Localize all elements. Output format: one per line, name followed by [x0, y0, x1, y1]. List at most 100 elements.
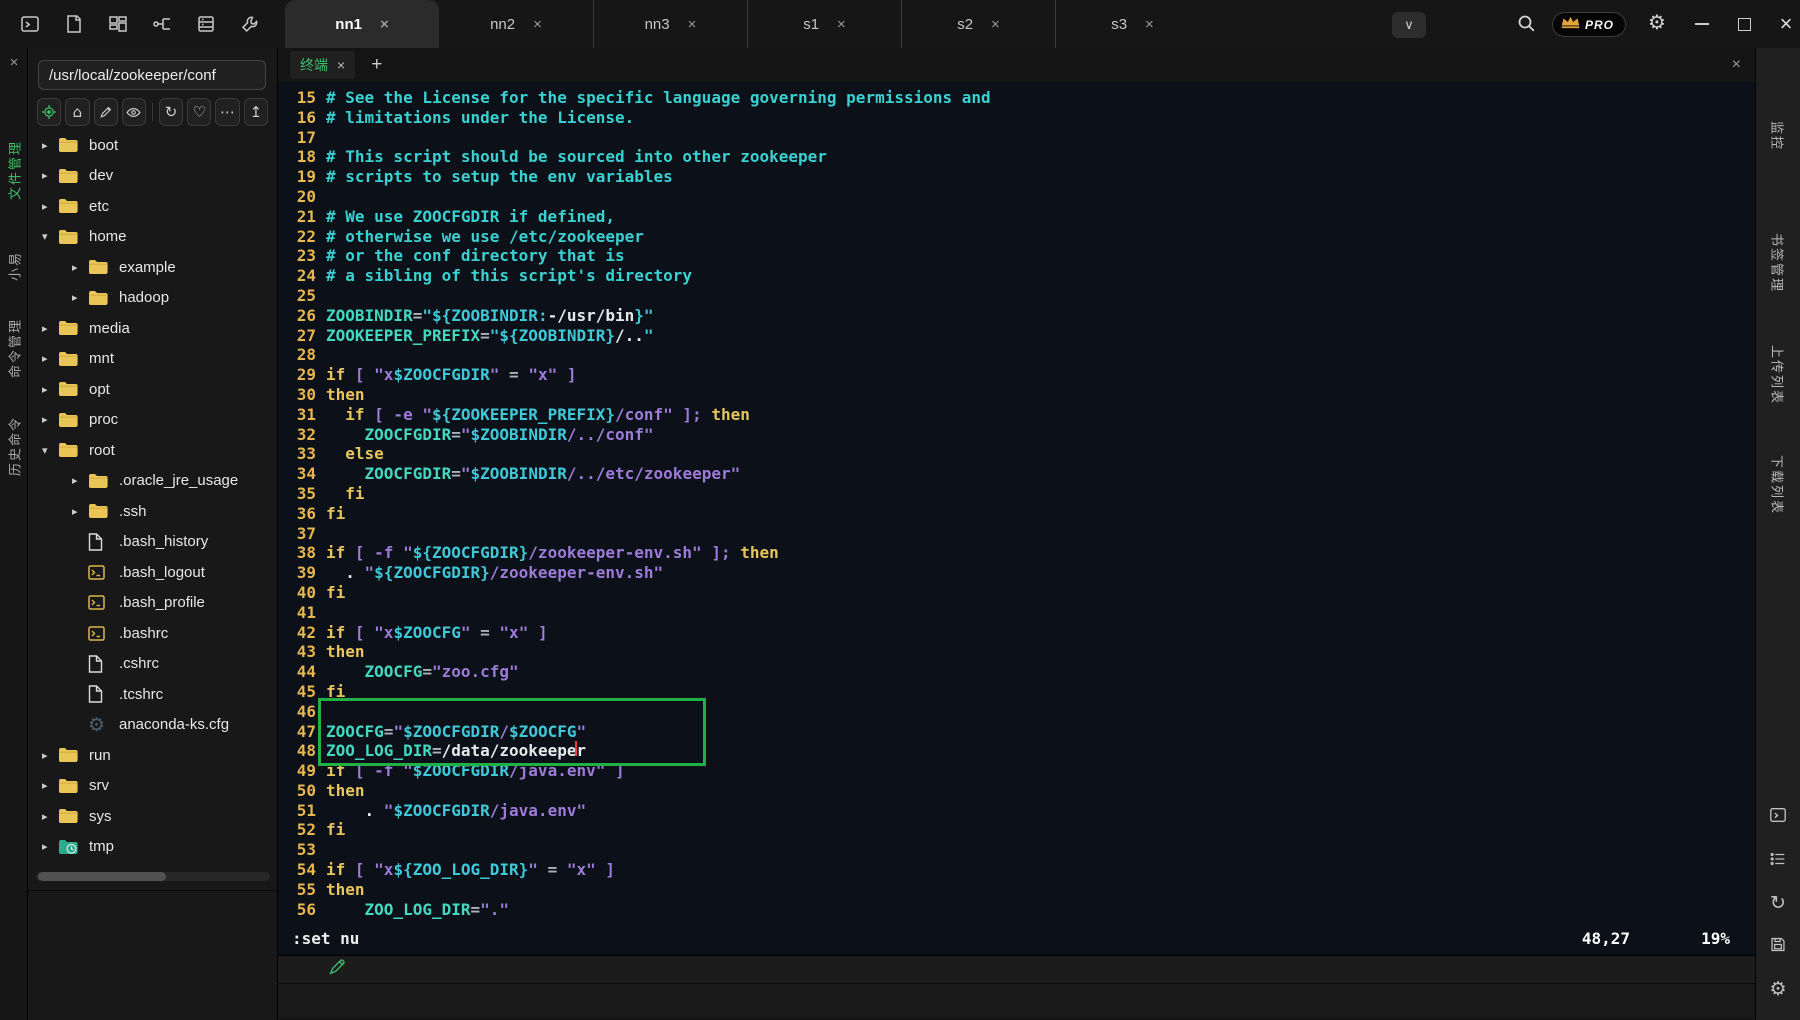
- left-rail-item-1[interactable]: 小易: [5, 251, 24, 281]
- new-terminal-tab-button[interactable]: +: [371, 54, 382, 76]
- terminal-icon[interactable]: [1769, 806, 1787, 828]
- server-list-icon[interactable]: [196, 14, 216, 34]
- crown-icon: [1560, 15, 1581, 34]
- session-tab-s2[interactable]: s2 ×: [901, 0, 1055, 48]
- tab-close-icon[interactable]: ×: [380, 16, 389, 33]
- tree-item[interactable]: ⚙anaconda-ks.cfg: [28, 710, 277, 741]
- collapsed-arrow-icon[interactable]: ▸: [42, 169, 58, 182]
- tree-item[interactable]: ▸etc: [28, 191, 277, 222]
- collapsed-arrow-icon[interactable]: ▸: [72, 291, 88, 304]
- tree-item[interactable]: .bash_logout: [28, 557, 277, 588]
- session-tab-nn1[interactable]: nn1×: [285, 0, 439, 48]
- new-terminal-icon[interactable]: [20, 14, 40, 34]
- pro-badge[interactable]: PRO: [1552, 12, 1626, 37]
- collapsed-arrow-icon[interactable]: ▸: [42, 840, 58, 853]
- settings-gear-icon[interactable]: ⚙: [1769, 978, 1786, 1000]
- collapsed-arrow-icon[interactable]: ▸: [42, 779, 58, 792]
- tab-overflow-button[interactable]: ∨: [1392, 12, 1426, 38]
- right-rail-item-0[interactable]: 监控: [1769, 121, 1788, 151]
- tree-item[interactable]: .cshrc: [28, 649, 277, 680]
- refresh-button[interactable]: ↻: [159, 98, 183, 126]
- path-input[interactable]: [38, 60, 266, 90]
- right-rail-item-1[interactable]: 书签管理: [1769, 233, 1788, 293]
- session-tab-nn3[interactable]: nn3×: [593, 0, 747, 48]
- collapsed-arrow-icon[interactable]: ▸: [72, 261, 88, 274]
- vim-editor[interactable]: 15# See the License for the specific lan…: [278, 82, 1755, 955]
- collapsed-arrow-icon[interactable]: ▸: [42, 200, 58, 213]
- tab-close-icon[interactable]: ×: [991, 16, 1000, 33]
- right-rail-item-2[interactable]: 上传列表: [1769, 345, 1788, 405]
- tab-close-icon[interactable]: ×: [688, 16, 697, 33]
- tab-close-icon[interactable]: ×: [837, 16, 846, 33]
- tree-item[interactable]: ▾home: [28, 222, 277, 253]
- tab-close-icon[interactable]: ×: [533, 16, 542, 33]
- session-tab-s1[interactable]: s1×: [747, 0, 901, 48]
- tree-item[interactable]: .bash_history: [28, 527, 277, 558]
- search-icon[interactable]: [1516, 13, 1538, 40]
- tree-item[interactable]: .bash_profile: [28, 588, 277, 619]
- tree-item[interactable]: ▾root: [28, 435, 277, 466]
- session-tab-nn2[interactable]: nn2×: [439, 0, 593, 48]
- tree-item[interactable]: ▸.oracle_jre_usage: [28, 466, 277, 497]
- edit-button[interactable]: [94, 98, 118, 126]
- left-rail-item-2[interactable]: 命令管理: [5, 318, 24, 378]
- tree-item[interactable]: ▸opt: [28, 374, 277, 405]
- collapsed-arrow-icon[interactable]: ▸: [42, 810, 58, 823]
- home-button[interactable]: ⌂: [65, 98, 89, 126]
- minimize-button[interactable]: [1688, 10, 1716, 38]
- tree-item[interactable]: ▸sys: [28, 801, 277, 832]
- view-hidden-button[interactable]: [122, 98, 146, 126]
- tab-close-icon[interactable]: ×: [1145, 16, 1154, 33]
- tree-item[interactable]: ▸mnt: [28, 344, 277, 375]
- code-line: 39 . "${ZOOCFGDIR}/zookeeper-env.sh": [278, 563, 1755, 583]
- terminal-panel-close-icon[interactable]: ×: [1732, 56, 1741, 74]
- left-rail-item-0[interactable]: 文件管理: [5, 140, 24, 200]
- collapsed-arrow-icon[interactable]: ▸: [42, 383, 58, 396]
- collapsed-arrow-icon[interactable]: ▸: [72, 474, 88, 487]
- expanded-arrow-icon[interactable]: ▾: [42, 444, 58, 457]
- tree-item[interactable]: ▸run: [28, 740, 277, 771]
- tree-item[interactable]: .bashrc: [28, 618, 277, 649]
- collapsed-arrow-icon[interactable]: ▸: [72, 505, 88, 518]
- favorite-button[interactable]: ♡: [187, 98, 211, 126]
- terminal-tab[interactable]: 终端 ×: [290, 51, 355, 79]
- tree-item[interactable]: ▸proc: [28, 405, 277, 436]
- maximize-button[interactable]: [1730, 10, 1758, 38]
- tree-item[interactable]: ▸boot: [28, 130, 277, 161]
- close-window-button[interactable]: ×: [1772, 10, 1800, 38]
- settings-gear-icon[interactable]: ⚙: [1648, 10, 1666, 34]
- tree-item[interactable]: ▸srv: [28, 771, 277, 802]
- session-tab-label: s2: [957, 16, 973, 33]
- upload-button[interactable]: ↥: [244, 98, 268, 126]
- expanded-arrow-icon[interactable]: ▾: [42, 230, 58, 243]
- session-tab-s3[interactable]: s3×: [1055, 0, 1209, 48]
- scrollbar-thumb[interactable]: [38, 872, 166, 881]
- collapse-panel-icon[interactable]: ×: [0, 54, 28, 71]
- wrench-icon[interactable]: [240, 14, 260, 34]
- tree-item[interactable]: ▸hadoop: [28, 283, 277, 314]
- save-icon[interactable]: [1770, 936, 1787, 957]
- flow-icon[interactable]: [152, 14, 172, 34]
- tree-item[interactable]: .tcshrc: [28, 679, 277, 710]
- collapsed-arrow-icon[interactable]: ▸: [42, 139, 58, 152]
- tree-item[interactable]: ▸.ssh: [28, 496, 277, 527]
- collapsed-arrow-icon[interactable]: ▸: [42, 749, 58, 762]
- tree-item[interactable]: ▸dev: [28, 161, 277, 192]
- collapsed-arrow-icon[interactable]: ▸: [42, 322, 58, 335]
- highlighter-pen-icon[interactable]: [328, 958, 346, 981]
- tree-item[interactable]: ▸media: [28, 313, 277, 344]
- collapsed-arrow-icon[interactable]: ▸: [42, 413, 58, 426]
- new-file-icon[interactable]: [64, 14, 84, 34]
- right-rail-item-3[interactable]: 下载列表: [1769, 455, 1788, 515]
- locate-button[interactable]: [37, 98, 61, 126]
- more-button[interactable]: ⋯: [215, 98, 239, 126]
- tree-item[interactable]: ▸tmp: [28, 832, 277, 863]
- left-rail-item-3[interactable]: 历史命令: [5, 416, 24, 476]
- layout-icon[interactable]: [108, 14, 128, 34]
- terminal-tab-close-icon[interactable]: ×: [337, 57, 345, 73]
- collapsed-arrow-icon[interactable]: ▸: [42, 352, 58, 365]
- line-number: 26: [278, 306, 316, 326]
- refresh-icon[interactable]: ↻: [1770, 892, 1786, 914]
- tree-item[interactable]: ▸example: [28, 252, 277, 283]
- list-icon[interactable]: [1769, 850, 1787, 872]
